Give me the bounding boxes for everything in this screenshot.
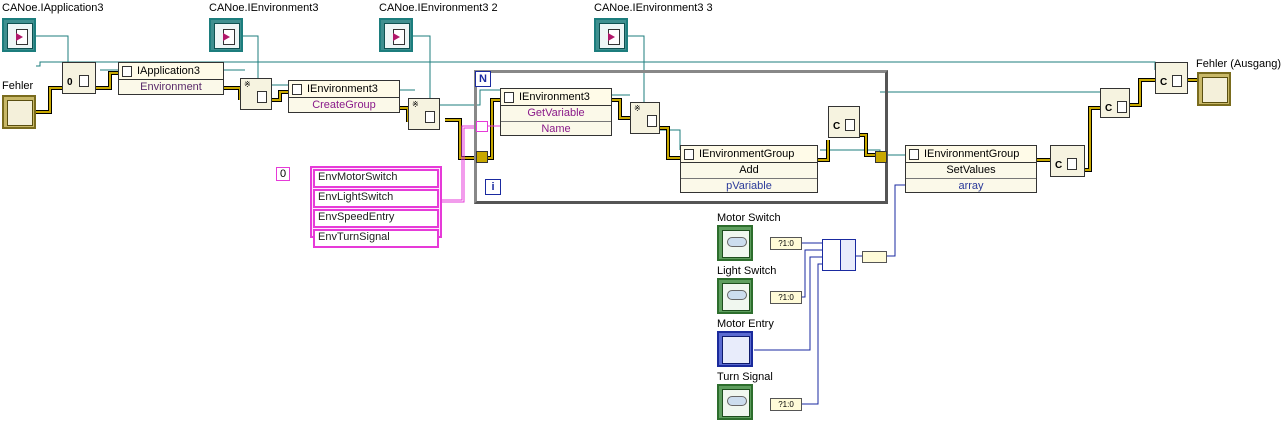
getvariable-method[interactable]: GetVariable: [501, 106, 611, 122]
ienvironment3-class-label: IEnvironment3: [307, 83, 378, 95]
close-reference-vi-1[interactable]: C: [828, 106, 860, 138]
arrow-icon: [223, 33, 230, 41]
auto-index-tunnel: [476, 121, 488, 132]
ienvironment3-invoke-node-creategroup[interactable]: IEnvironment3 CreateGroup: [288, 80, 400, 113]
array-parameter[interactable]: array: [906, 179, 1036, 194]
arrow-icon: [16, 33, 23, 41]
toggle-icon: [727, 290, 747, 300]
bool-to-num-converter-2[interactable]: ?1:0: [770, 291, 802, 304]
error-in-terminal[interactable]: [2, 95, 36, 129]
shift-register-left: [476, 151, 488, 163]
turn-signal-label: Turn Signal: [717, 371, 773, 383]
loop-iteration-terminal: i: [485, 179, 501, 195]
shift-register-right: [875, 151, 887, 163]
array-item[interactable]: EnvMotorSwitch: [313, 169, 439, 188]
build-array-output: [840, 239, 856, 271]
env-refnum-2-terminal[interactable]: [379, 18, 413, 52]
ienvironmentgroup-class-label: IEnvironmentGroup: [699, 148, 795, 160]
motor-switch-control[interactable]: [717, 225, 753, 261]
env-refnum-1-label: CANoe.IEnvironment3: [209, 2, 319, 14]
dial-icon: [722, 336, 750, 364]
light-switch-label: Light Switch: [717, 265, 777, 277]
add-method[interactable]: Add: [681, 163, 817, 179]
motor-entry-control[interactable]: [717, 331, 753, 367]
iapplication3-property-node[interactable]: IApplication3 Environment: [118, 62, 224, 95]
bool-to-num-converter-3[interactable]: ?1:0: [770, 398, 802, 411]
array-item[interactable]: EnvSpeedEntry: [313, 209, 439, 228]
iapplication3-class-label: IApplication3: [137, 65, 200, 77]
toggle-icon: [727, 396, 747, 406]
open-reference-vi[interactable]: 0: [62, 62, 96, 94]
build-array-node[interactable]: [822, 239, 842, 271]
toggle-icon: [727, 237, 747, 247]
close-reference-vi-3[interactable]: C: [1100, 88, 1130, 118]
to-variant-node[interactable]: [862, 251, 887, 263]
to-more-specific-class-vi-2[interactable]: ※: [408, 98, 440, 130]
env-refnum-3-terminal[interactable]: [594, 18, 628, 52]
error-out-label: Fehler (Ausgang): [1196, 58, 1281, 70]
env-refnum-3-label: CANoe.IEnvironment3 3: [594, 2, 713, 14]
light-switch-control[interactable]: [717, 278, 753, 314]
env-refnum-2-label: CANoe.IEnvironment3 2: [379, 2, 498, 14]
to-more-specific-class-vi-1[interactable]: ※: [240, 78, 272, 110]
arrow-icon: [393, 33, 400, 41]
ienvironmentgroup-invoke-node-setvalues[interactable]: IEnvironmentGroup SetValues array: [905, 145, 1037, 193]
loop-count-terminal[interactable]: N: [475, 71, 491, 87]
error-in-label: Fehler: [2, 80, 34, 92]
arrow-icon: [608, 33, 615, 41]
string-array-constant[interactable]: EnvMotorSwitch EnvLightSwitch EnvSpeedEn…: [310, 166, 442, 248]
setvalues-method[interactable]: SetValues: [906, 163, 1036, 179]
creategroup-method[interactable]: CreateGroup: [289, 98, 399, 113]
close-reference-vi-2[interactable]: C: [1050, 145, 1085, 177]
ienvironment3-class-label-2: IEnvironment3: [519, 91, 590, 103]
ienvironmentgroup-class-label-2: IEnvironmentGroup: [924, 148, 1020, 160]
turn-signal-control[interactable]: [717, 384, 753, 420]
environment-property[interactable]: Environment: [119, 80, 223, 95]
name-parameter[interactable]: Name: [501, 122, 611, 137]
motor-switch-label: Motor Switch: [717, 212, 781, 224]
motor-entry-label: Motor Entry: [717, 318, 774, 330]
array-item[interactable]: EnvLightSwitch: [313, 189, 439, 208]
env-refnum-1-terminal[interactable]: [209, 18, 243, 52]
close-reference-vi-4[interactable]: C: [1155, 62, 1188, 94]
to-more-specific-class-vi-3[interactable]: ※: [630, 102, 660, 134]
app-refnum-label: CANoe.IApplication3: [2, 2, 104, 14]
error-out-terminal[interactable]: [1197, 72, 1231, 106]
pvariable-parameter[interactable]: pVariable: [681, 179, 817, 194]
array-index-display[interactable]: 0: [276, 167, 291, 181]
ienvironment3-invoke-node-getvariable[interactable]: IEnvironment3 GetVariable Name: [500, 88, 612, 136]
ienvironmentgroup-invoke-node-add[interactable]: IEnvironmentGroup Add pVariable: [680, 145, 818, 193]
array-item[interactable]: EnvTurnSignal: [313, 229, 439, 248]
app-refnum-terminal[interactable]: [2, 18, 36, 52]
bool-to-num-converter-1[interactable]: ?1:0: [770, 237, 802, 250]
